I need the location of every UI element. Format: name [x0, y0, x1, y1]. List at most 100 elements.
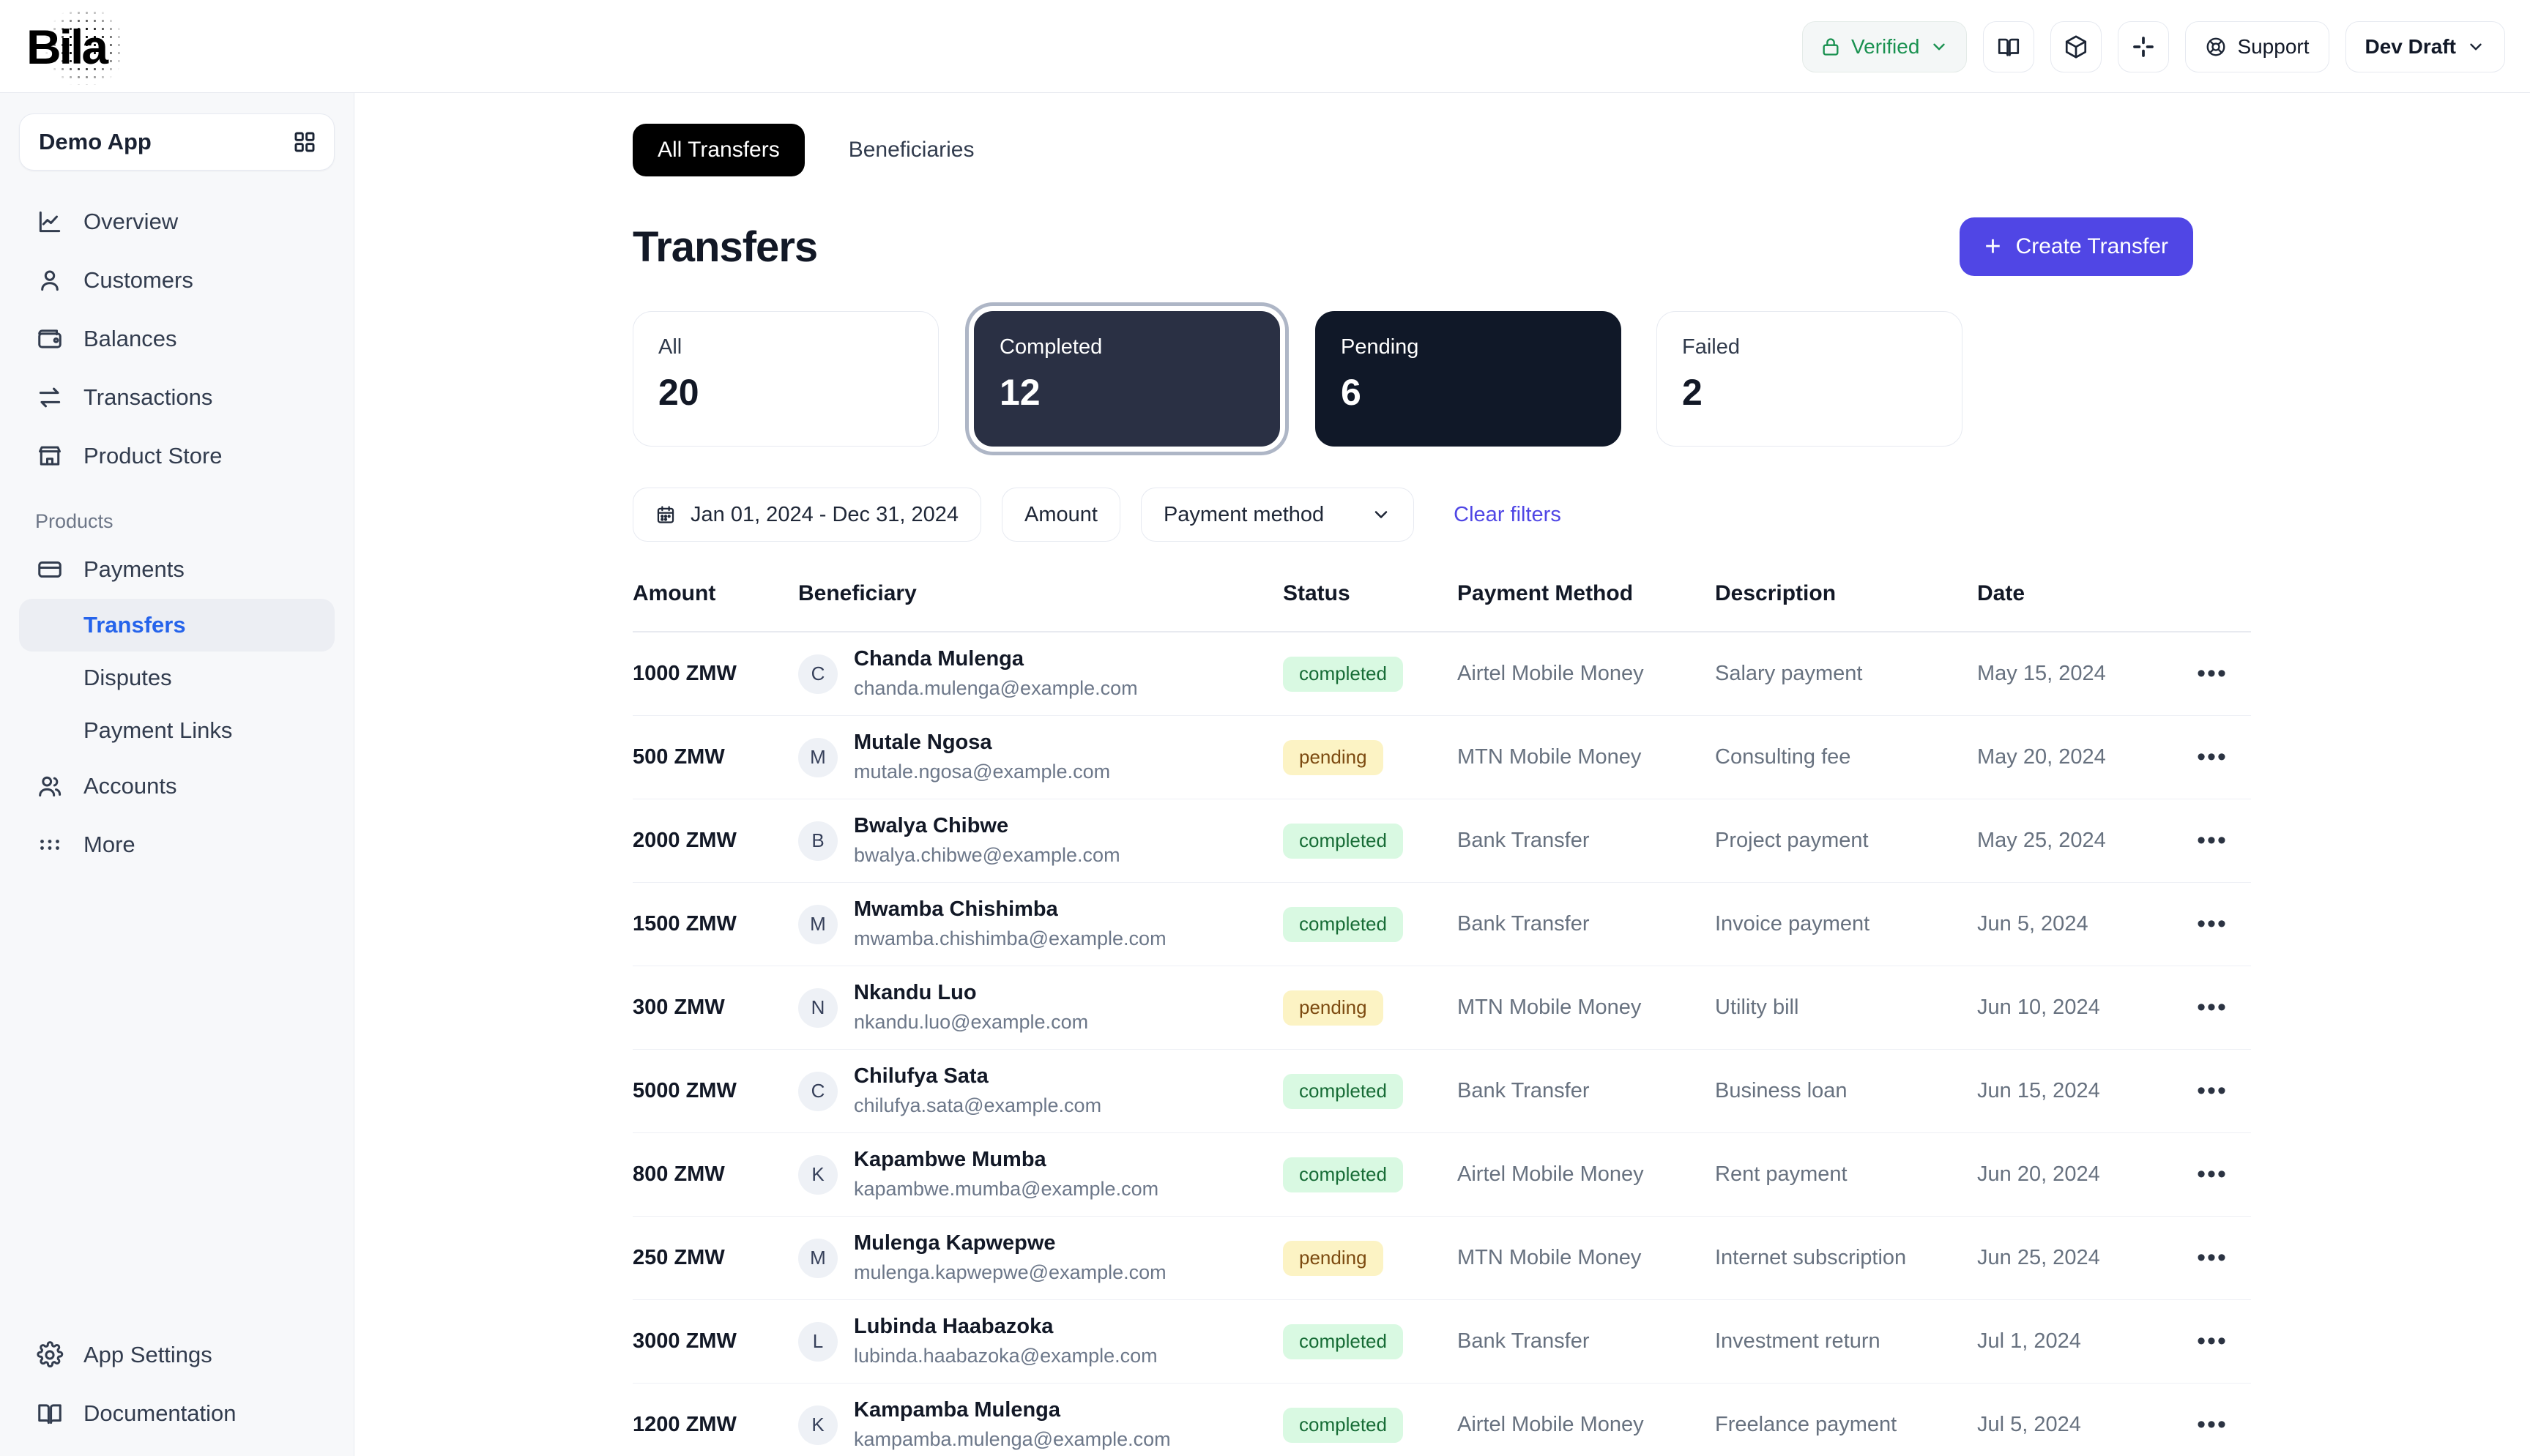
avatar: C: [798, 1071, 838, 1111]
ellipsis-icon[interactable]: •••: [2197, 661, 2228, 686]
tab-label: All Transfers: [658, 138, 780, 162]
stat-card-failed[interactable]: Failed 2: [1656, 311, 1962, 447]
chevron-down-icon: [2466, 37, 2485, 56]
cell-description: Project payment: [1715, 829, 1869, 852]
beneficiary-name: Mulenga Kapwepwe: [854, 1231, 1056, 1255]
cell-amount: 1000 ZMW: [633, 662, 737, 685]
status-badge: completed: [1283, 1157, 1403, 1192]
sidebar-item-label: App Settings: [83, 1342, 212, 1367]
chevron-down-icon: [1930, 37, 1949, 56]
stat-value: 20: [658, 372, 699, 413]
stat-card-completed[interactable]: Completed 12: [974, 311, 1280, 447]
beneficiary-email: chanda.mulenga@example.com: [854, 677, 1138, 700]
beneficiary-email: chilufya.sata@example.com: [854, 1094, 1102, 1117]
sidebar-item-more[interactable]: More: [19, 815, 335, 874]
create-transfer-button[interactable]: + Create Transfer: [1960, 217, 2193, 276]
table-row[interactable]: 3000 ZMW L Lubinda Haabazoka lubinda.haabaz…: [633, 1300, 2251, 1384]
grid-icon: [293, 130, 316, 154]
date-range-filter[interactable]: Jan 01, 2024 - Dec 31, 2024: [633, 488, 981, 542]
cell-date: May 15, 2024: [1977, 662, 2106, 685]
table-row[interactable]: 250 ZMW M Mulenga Kapwepwe mulenga.kapwepwe…: [633, 1217, 2251, 1300]
sidebar-item-transfers[interactable]: Transfers: [19, 599, 335, 652]
ellipsis-icon[interactable]: •••: [2197, 1412, 2228, 1437]
app-logo[interactable]: Bila: [26, 9, 144, 85]
beneficiary-name: Chilufya Sata: [854, 1064, 989, 1089]
cell-date: Jun 20, 2024: [1977, 1162, 2100, 1186]
sidebar-item-transactions[interactable]: Transactions: [19, 368, 335, 427]
sidebar-item-balances[interactable]: Balances: [19, 310, 335, 368]
column-header-payment-method: Payment Method: [1457, 581, 1634, 605]
table-row[interactable]: 500 ZMW M Mutale Ngosa mutale.ngosa@example…: [633, 716, 2251, 799]
plus-icon: +: [1984, 231, 2001, 262]
cell-payment-method: Airtel Mobile Money: [1457, 1413, 1644, 1436]
page-header: Transfers + Create Transfer: [354, 176, 2530, 276]
ellipsis-icon[interactable]: •••: [2197, 744, 2228, 769]
app-switcher[interactable]: Demo App: [19, 113, 335, 171]
beneficiary-email: mwamba.chishimba@example.com: [854, 927, 1167, 950]
sidebar-item-customers[interactable]: Customers: [19, 251, 335, 310]
amount-filter-label: Amount: [1024, 502, 1098, 526]
sidebar-item-payment-links[interactable]: Payment Links: [19, 704, 335, 757]
verified-status-button[interactable]: Verified: [1802, 20, 1968, 72]
cell-beneficiary: M Mutale Ngosa mutale.ngosa@example.com: [798, 729, 1283, 785]
stat-card-all[interactable]: All 20: [633, 311, 939, 447]
top-bar-actions: Verified Support Dev Draft: [1802, 0, 2505, 93]
cell-date: May 25, 2024: [1977, 829, 2106, 852]
ellipsis-icon[interactable]: •••: [2197, 995, 2228, 1020]
verified-label: Verified: [1851, 34, 1920, 58]
sidebar-item-overview[interactable]: Overview: [19, 193, 335, 251]
cell-beneficiary: L Lubinda Haabazoka lubinda.haabazoka@exam…: [798, 1313, 1283, 1370]
table-row[interactable]: 5000 ZMW C Chilufya Sata chilufya.sata@exam…: [633, 1050, 2251, 1133]
sidebar-item-payments[interactable]: Payments: [19, 540, 335, 599]
beneficiary-name: Bwalya Chibwe: [854, 814, 1009, 838]
sidebar-item-app-settings[interactable]: App Settings: [19, 1326, 335, 1384]
cell-beneficiary: M Mulenga Kapwepwe mulenga.kapwepwe@exampl…: [798, 1230, 1283, 1286]
ellipsis-icon[interactable]: •••: [2197, 828, 2228, 853]
sidebar-item-product-store[interactable]: Product Store: [19, 427, 335, 485]
table-row[interactable]: 800 ZMW K Kapambwe Mumba kapambwe.mumba@exa…: [633, 1133, 2251, 1217]
ellipsis-icon[interactable]: •••: [2197, 1245, 2228, 1270]
table-header-row: Amount Beneficiary Status Payment Method…: [633, 581, 2251, 632]
environment-selector[interactable]: Dev Draft: [2345, 20, 2505, 72]
cell-beneficiary: M Mwamba Chishimba mwamba.chishimba@exampl…: [798, 896, 1283, 952]
tab-beneficiaries[interactable]: Beneficiaries: [824, 124, 1000, 176]
payment-method-filter[interactable]: Payment method: [1140, 488, 1415, 542]
clear-filters-button[interactable]: Clear filters: [1454, 503, 1561, 527]
status-badge: pending: [1283, 990, 1383, 1026]
cell-status: completed: [1283, 823, 1457, 859]
sidebar-item-accounts[interactable]: Accounts: [19, 757, 335, 815]
table-row[interactable]: 300 ZMW N Nkandu Luo nkandu.luo@example.com…: [633, 966, 2251, 1050]
tab-all-transfers[interactable]: All Transfers: [633, 124, 805, 176]
ellipsis-icon[interactable]: •••: [2197, 911, 2228, 936]
amount-filter[interactable]: Amount: [1001, 488, 1120, 542]
documentation-icon-button[interactable]: [1983, 20, 2035, 72]
sidebar-item-disputes[interactable]: Disputes: [19, 652, 335, 704]
transfer-arrows-icon: [35, 383, 64, 412]
table-row[interactable]: 1500 ZMW M Mwamba Chishimba mwamba.chishimb…: [633, 883, 2251, 966]
ellipsis-icon[interactable]: •••: [2197, 1329, 2228, 1354]
packages-icon-button[interactable]: [2050, 20, 2102, 72]
table-row[interactable]: 1000 ZMW C Chanda Mulenga chanda.mulenga@ex…: [633, 632, 2251, 716]
cell-status: pending: [1283, 739, 1457, 775]
table-row[interactable]: 2000 ZMW B Bwalya Chibwe bwalya.chibwe@exam…: [633, 799, 2251, 883]
beneficiary-email: nkandu.luo@example.com: [854, 1011, 1089, 1034]
cell-actions: •••: [2173, 1412, 2251, 1437]
cell-amount: 300 ZMW: [633, 996, 725, 1019]
integrations-icon-button[interactable]: [2118, 20, 2170, 72]
environment-label: Dev Draft: [2365, 34, 2456, 58]
status-badge: completed: [1283, 906, 1403, 942]
ellipsis-icon[interactable]: •••: [2197, 1078, 2228, 1103]
sidebar-footer-nav: App Settings Documentation: [0, 1326, 354, 1456]
cell-date: Jul 5, 2024: [1977, 1413, 2081, 1436]
chevron-down-icon: [1371, 504, 1391, 525]
cell-amount: 800 ZMW: [633, 1162, 725, 1186]
beneficiary-name: Mutale Ngosa: [854, 731, 992, 755]
cell-description: Consulting fee: [1715, 745, 1851, 769]
stat-card-pending[interactable]: Pending 6: [1315, 311, 1621, 447]
ellipsis-icon[interactable]: •••: [2197, 1162, 2228, 1187]
cell-status: completed: [1283, 656, 1457, 692]
support-button[interactable]: Support: [2185, 20, 2329, 72]
table-row[interactable]: 1200 ZMW K Kampamba Mulenga kampamba.muleng…: [633, 1384, 2251, 1456]
sidebar-item-documentation[interactable]: Documentation: [19, 1384, 335, 1443]
stat-label: Failed: [1682, 335, 1740, 359]
